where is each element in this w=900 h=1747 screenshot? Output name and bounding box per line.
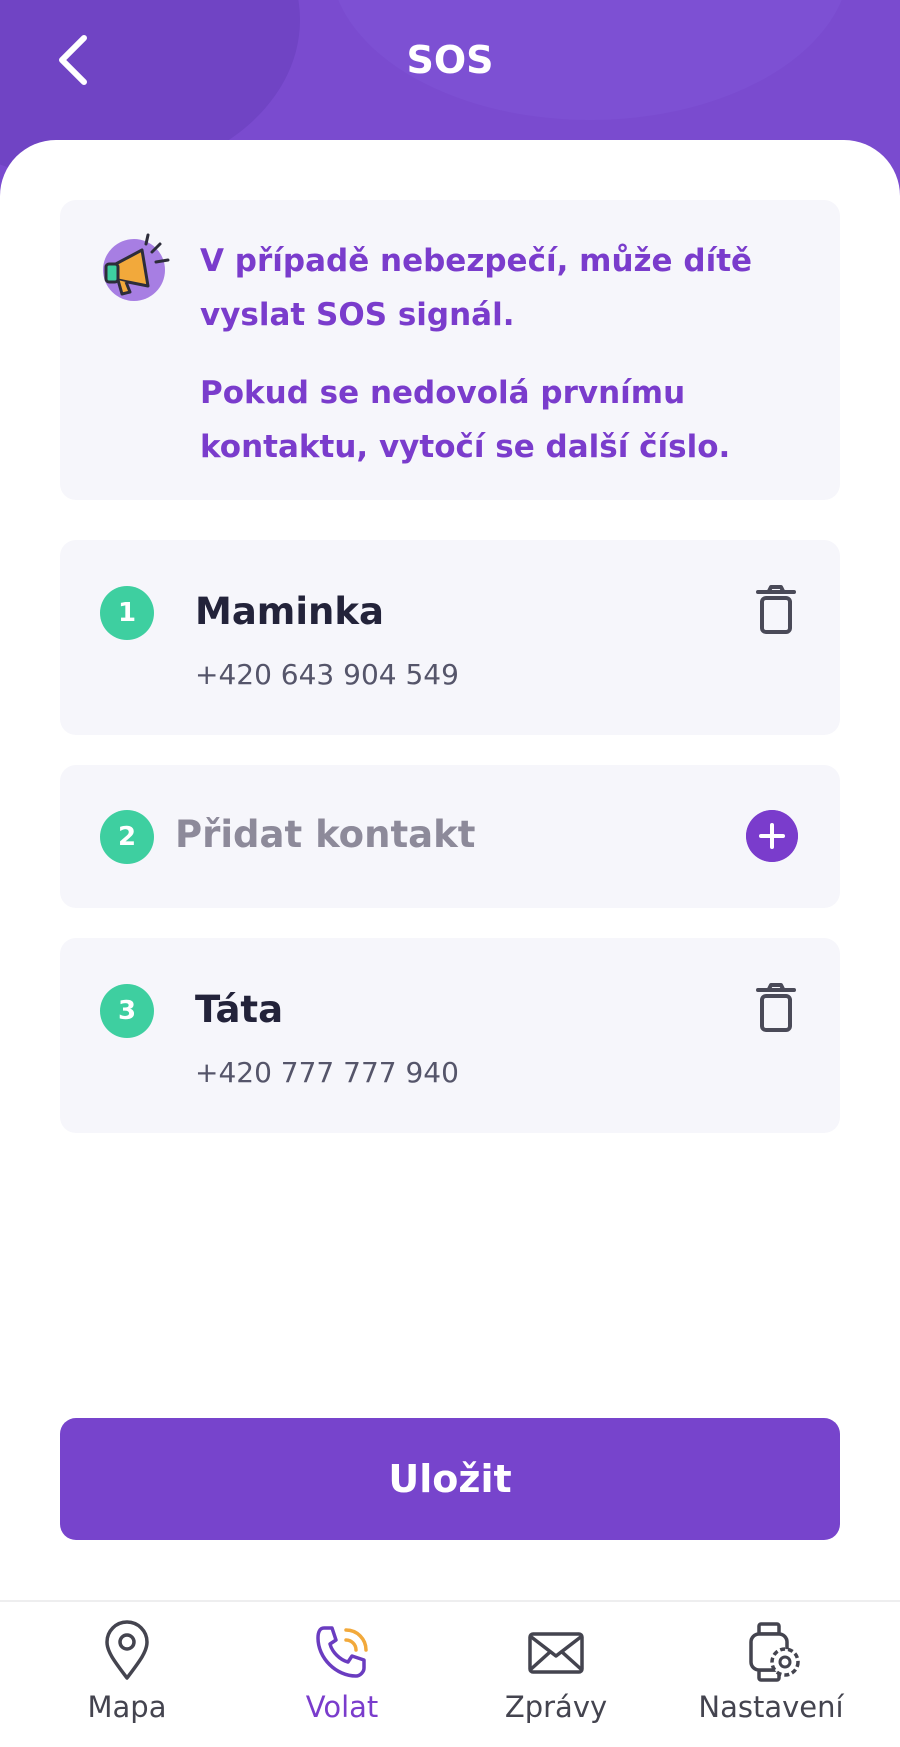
nav-item-mapa[interactable]: Mapa [27,1620,227,1740]
watch-settings-icon [749,1622,800,1682]
nav-item-volat[interactable]: Volat [242,1620,442,1740]
plus-icon[interactable] [746,810,798,862]
nav-item-nastaveni[interactable]: Nastavení [671,1620,871,1740]
nav-label: Volat [305,1690,379,1724]
megaphone-icon [103,233,170,301]
info-text-secondary: Pokud se nedovolá prvnímu kontaktu, vyto… [200,375,731,465]
contact-order-badge: 1 [100,586,154,640]
contact-name: Táta [195,988,284,1031]
phone-call-icon [316,1626,368,1678]
contact-card[interactable]: 3 Táta +420 777 777 940 [60,938,840,1133]
nav-item-zpravy[interactable]: Zprávy [456,1620,656,1740]
nav-label: Nastavení [698,1690,844,1724]
contact-phone: +420 777 777 940 [195,1056,459,1089]
map-pin-icon [105,1620,149,1680]
info-text-primary: V případě nebezpečí, může dítě vyslat SO… [200,243,753,333]
envelope-icon [528,1632,584,1674]
trash-icon[interactable] [754,584,798,636]
bottom-nav: Mapa Volat Zprávy Nastavení [0,1600,900,1747]
contact-order-badge: 2 [100,810,154,864]
nav-label: Zprávy [504,1690,608,1724]
contact-card[interactable]: 1 Maminka +420 643 904 549 [60,540,840,735]
page-title: SOS [406,38,494,82]
info-card: V případě nebezpečí, může dítě vyslat SO… [60,200,840,500]
save-button[interactable]: Uložit [60,1418,840,1540]
nav-label: Mapa [87,1690,167,1724]
add-contact-card[interactable]: 2 Přidat kontakt [60,765,840,908]
trash-icon[interactable] [754,982,798,1034]
contact-name: Maminka [195,590,384,633]
add-contact-label: Přidat kontakt [175,813,476,856]
contact-phone: +420 643 904 549 [195,658,459,691]
contact-order-badge: 3 [100,984,154,1038]
